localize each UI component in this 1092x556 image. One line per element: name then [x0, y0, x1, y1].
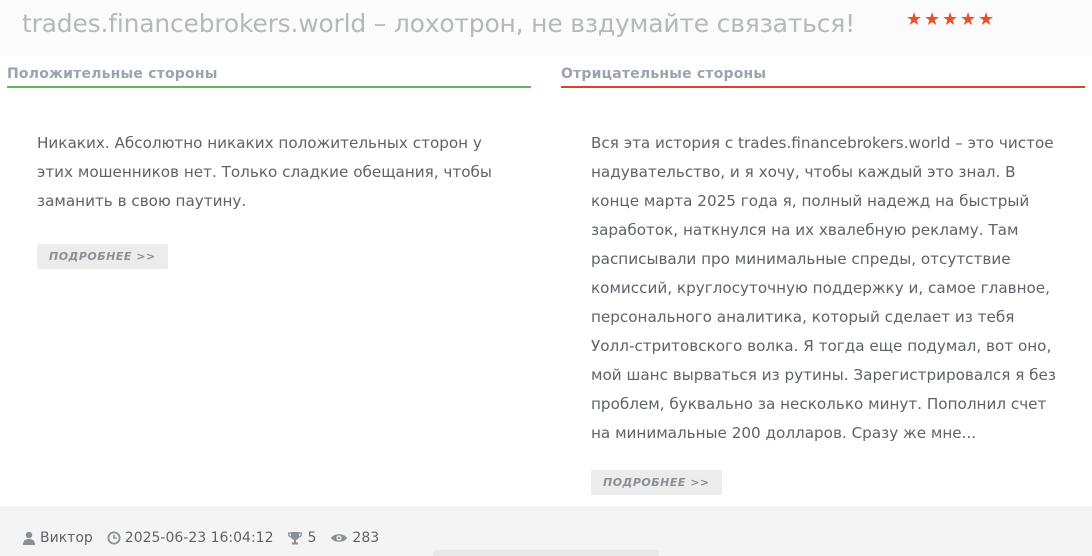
star-icon: ★	[978, 9, 995, 30]
positive-more-button[interactable]: ПОДРОБНЕЕ >>	[37, 244, 168, 269]
negative-text: Вся эта история с trades.financebrokers.…	[591, 134, 1056, 442]
review-footer: Виктор 2025-06-23 16:04:12 5 283	[0, 506, 1092, 556]
positive-heading: Положительные стороны	[7, 66, 531, 88]
negative-column: Отрицательные стороны Вся эта история с …	[561, 66, 1085, 442]
views-count: 283	[352, 530, 380, 546]
date-meta: 2025-06-23 16:04:12	[107, 530, 274, 546]
review-datetime: 2025-06-23 16:04:12	[124, 530, 274, 546]
trophy-meta: 5	[287, 530, 316, 546]
footer-divider	[433, 550, 659, 556]
eye-icon	[331, 534, 348, 542]
positive-text: Никаких. Абсолютно никаких положительных…	[37, 134, 492, 210]
rating-stars: ★ ★ ★ ★ ★	[906, 9, 995, 30]
review-meta: Виктор 2025-06-23 16:04:12 5 283	[22, 530, 393, 546]
negative-heading: Отрицательные стороны	[561, 66, 1085, 88]
review-header: trades.financebrokers.world – лохотрон, …	[0, 0, 1092, 56]
author-name: Виктор	[40, 530, 93, 546]
star-icon: ★	[924, 9, 941, 30]
trophy-count: 5	[307, 530, 317, 546]
star-icon: ★	[906, 9, 923, 30]
star-icon: ★	[942, 9, 959, 30]
star-icon: ★	[960, 9, 977, 30]
positive-column: Положительные стороны Никаких. Абсолютно…	[7, 66, 531, 210]
views-meta: 283	[330, 530, 379, 546]
review-title: trades.financebrokers.world – лохотрон, …	[22, 9, 855, 38]
trophy-icon	[288, 532, 303, 545]
clock-icon	[107, 531, 121, 545]
author-meta[interactable]: Виктор	[22, 530, 93, 546]
negative-more-button[interactable]: ПОДРОБНЕЕ >>	[591, 470, 722, 495]
user-icon	[23, 531, 35, 545]
